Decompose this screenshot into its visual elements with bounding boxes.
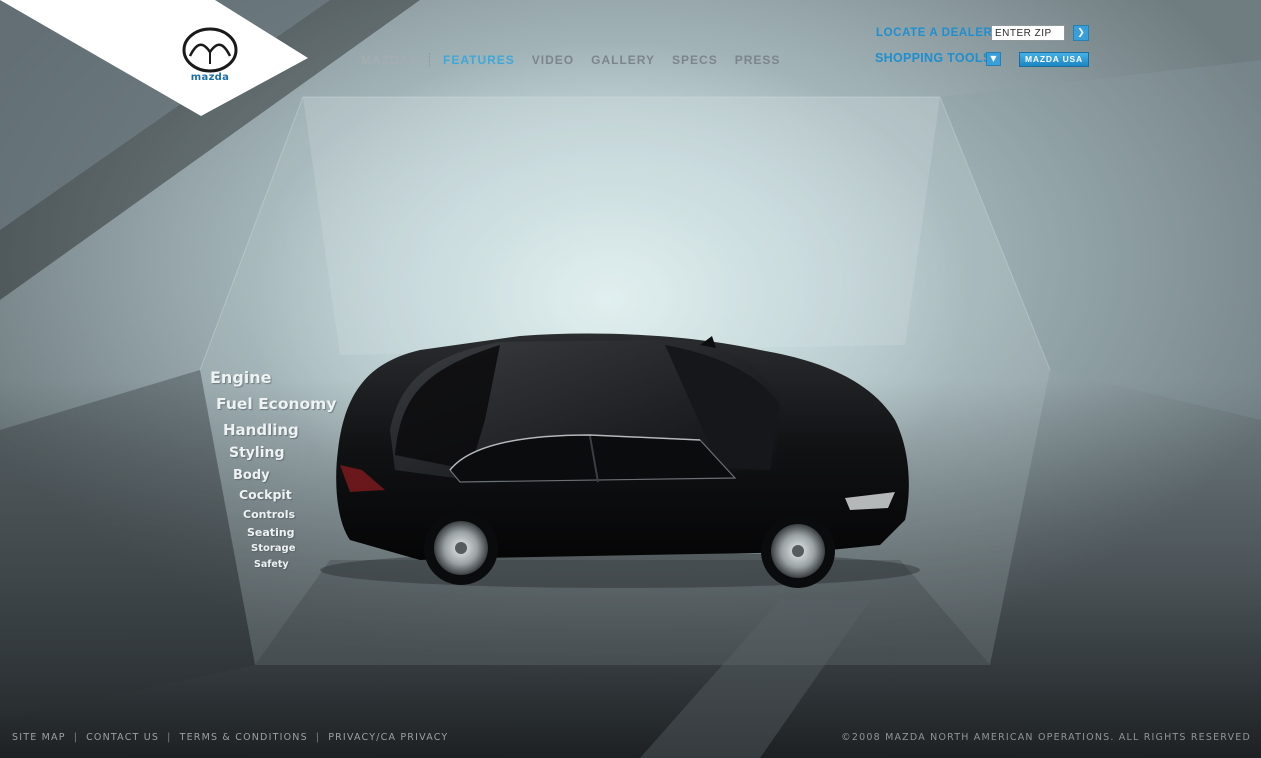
feature-styling[interactable]: Styling bbox=[229, 445, 285, 461]
footer-privacy[interactable]: PRIVACY/CA PRIVACY bbox=[328, 732, 448, 743]
footer-separator: | bbox=[167, 732, 172, 743]
car-image bbox=[320, 333, 920, 588]
footer-terms[interactable]: TERMS & CONDITIONS bbox=[180, 732, 308, 743]
feature-seating[interactable]: Seating bbox=[247, 526, 295, 539]
feature-safety[interactable]: Safety bbox=[254, 559, 289, 570]
feature-handling[interactable]: Handling bbox=[223, 421, 299, 439]
footer-separator: | bbox=[315, 732, 321, 743]
footer-links: SITE MAP | CONTACT US | TERMS & CONDITIO… bbox=[12, 732, 448, 743]
feature-engine[interactable]: Engine bbox=[210, 368, 272, 387]
footer-site-map[interactable]: SITE MAP bbox=[12, 732, 66, 743]
feature-storage[interactable]: Storage bbox=[251, 543, 295, 554]
footer-contact-us[interactable]: CONTACT US bbox=[86, 732, 159, 743]
feature-controls[interactable]: Controls bbox=[243, 508, 295, 521]
footer-separator: | bbox=[73, 732, 79, 743]
feature-fuel-economy[interactable]: Fuel Economy bbox=[216, 395, 336, 413]
hero-stage: mazda MAZDA6 FEATURES VIDEO GALLERY SPEC… bbox=[0, 0, 1261, 758]
feature-body[interactable]: Body bbox=[233, 468, 270, 483]
feature-cockpit[interactable]: Cockpit bbox=[239, 487, 292, 502]
copyright: ©2008 MAZDA NORTH AMERICAN OPERATIONS. A… bbox=[841, 732, 1251, 743]
